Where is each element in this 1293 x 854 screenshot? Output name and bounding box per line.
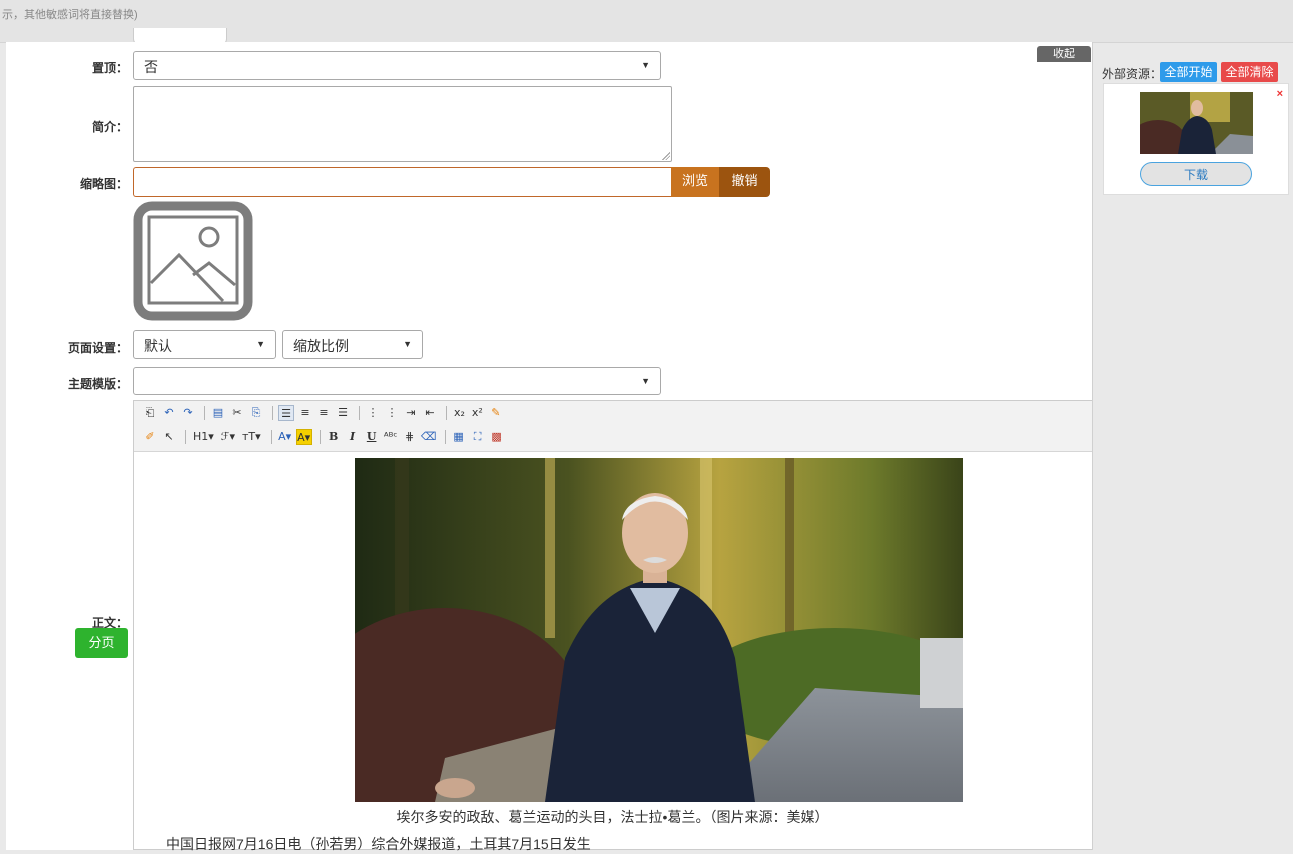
subscript-icon[interactable]: x₂ — [452, 405, 467, 421]
toolbar-separator — [319, 430, 321, 444]
thumbnail-path-input[interactable] — [133, 167, 671, 197]
toolbar-separator — [204, 406, 205, 420]
summary-textarea[interactable] — [133, 86, 672, 162]
start-all-button[interactable]: 全部开始 — [1160, 62, 1217, 82]
redo-icon[interactable]: ↷ — [180, 405, 196, 421]
layout-select-value: 默认 — [144, 338, 172, 354]
editor-toolbar: ⎗ ↶ ↷ ▤ ✂ ⎘ ☰ ≡ ≡ ☰ ⋮ ⋮ ⇥ ⇤ x₂ x² ✎ ✐ ↖ H1▾ ℱ▾ тT▾ A▾ A▾ B I Uᴬᴮᶜ… — [134, 401, 1092, 452]
sensitive-word-notice: 示，其他敏感词将直接替换) — [2, 9, 138, 21]
align-right-icon[interactable]: ≡ — [316, 405, 332, 421]
download-button[interactable]: 下载 — [1140, 162, 1252, 186]
font-family-dropdown[interactable]: ℱ▾ — [219, 429, 237, 445]
align-left-icon[interactable]: ☰ — [278, 405, 294, 421]
thumbnail-label: 缩略图： — [79, 177, 128, 191]
clear-all-button[interactable]: 全部清除 — [1221, 62, 1278, 82]
undo-icon[interactable]: ↶ — [161, 405, 177, 421]
select-icon[interactable]: ↖ — [161, 429, 177, 445]
theme-label: 主题模版： — [67, 377, 128, 391]
toolbar-row-1: ⎗ ↶ ↷ ▤ ✂ ⎘ ☰ ≡ ≡ ☰ ⋮ ⋮ ⇥ ⇤ x₂ x² ✎ — [142, 404, 507, 422]
pin-select-value: 否 — [144, 59, 158, 75]
ordered-list-icon[interactable]: ⋮ — [365, 405, 381, 421]
collapse-button[interactable]: 收起 — [1037, 46, 1091, 62]
undo-upload-button[interactable]: 撤销 — [719, 167, 770, 197]
top-strip: 示，其他敏感词将直接替换) — [0, 0, 1293, 45]
resize-grip-icon[interactable] — [662, 152, 670, 160]
align-center-icon[interactable]: ≡ — [297, 405, 313, 421]
chevron-down-icon: ▼ — [641, 60, 650, 70]
outdent-icon[interactable]: ⇤ — [422, 405, 438, 421]
resource-thumbnail — [1140, 92, 1253, 154]
eraser-icon[interactable]: ⌫ — [421, 429, 437, 445]
toolbar-separator — [270, 430, 272, 444]
pin-select[interactable]: 否 ▼ — [133, 51, 661, 80]
image-icon[interactable]: ▩ — [489, 429, 505, 445]
font-size-dropdown[interactable]: тT▾ — [240, 429, 263, 445]
photo-caption: 埃尔多安的政敌、葛兰运动的头目，法士拉•葛兰。（图片来源：美媒） — [396, 809, 829, 825]
scale-select-value: 缩放比例 — [293, 338, 349, 354]
italic-icon[interactable]: I — [345, 429, 361, 445]
chevron-down-icon: ▼ — [403, 339, 412, 349]
heading-dropdown[interactable]: H1▾ — [191, 429, 216, 445]
source-icon[interactable]: ⎗ — [142, 405, 158, 421]
clear-format-icon[interactable]: ✎ — [488, 405, 504, 421]
toolbar-row-2: ✐ ↖ H1▾ ℱ▾ тT▾ A▾ A▾ B I Uᴬᴮᶜ ⋕ ⌫ ▦ ⛶ ▩ — [142, 428, 508, 446]
highlight-color-dropdown[interactable]: A▾ — [295, 429, 312, 445]
pagination-button[interactable]: 分页 — [75, 628, 128, 658]
format-painter-icon[interactable]: ✐ — [142, 429, 158, 445]
indent-icon[interactable]: ⇥ — [403, 405, 419, 421]
toolbar-separator — [444, 430, 446, 444]
browse-button[interactable]: 浏览 — [671, 167, 719, 197]
strikethrough-icon[interactable]: ᴬᴮᶜ — [383, 429, 399, 445]
toolbar-separator — [446, 406, 447, 420]
theme-select[interactable]: ▼ — [133, 367, 661, 395]
external-resource-card: × 下载 — [1103, 83, 1289, 195]
table-icon[interactable]: ▦ — [451, 429, 467, 445]
underline-icon[interactable]: U — [364, 429, 380, 445]
font-color-dropdown[interactable]: A▾ — [277, 429, 293, 445]
horizontal-rule-icon[interactable]: ⋕ — [402, 429, 418, 445]
toolbar-separator — [272, 406, 273, 420]
scale-select[interactable]: 缩放比例 ▼ — [282, 330, 423, 359]
chevron-down-icon: ▼ — [256, 339, 265, 349]
copy-icon[interactable]: ⎘ — [248, 405, 264, 421]
chevron-down-icon: ▼ — [641, 376, 650, 386]
paste-text-icon[interactable]: ▤ — [210, 405, 226, 421]
bold-icon[interactable]: B — [326, 429, 342, 445]
thumbnail-placeholder-icon[interactable] — [133, 201, 253, 321]
superscript-icon[interactable]: x² — [470, 405, 485, 421]
align-justify-icon[interactable]: ☰ — [335, 405, 351, 421]
unordered-list-icon[interactable]: ⋮ — [384, 405, 400, 421]
pin-label: 置顶： — [91, 61, 128, 75]
page-settings-label: 页面设置： — [67, 341, 128, 355]
toolbar-separator — [359, 406, 360, 420]
rich-text-editor[interactable]: ⎗ ↶ ↷ ▤ ✂ ⎘ ☰ ≡ ≡ ☰ ⋮ ⋮ ⇥ ⇤ x₂ x² ✎ ✐ ↖ H1▾ ℱ▾ тT▾ A▾ A▾ B I Uᴬᴮᶜ… — [133, 400, 1092, 850]
toolbar-separator — [185, 430, 186, 444]
layout-select[interactable]: 默认 ▼ — [133, 330, 276, 359]
external-resources-title: 外部资源： — [1102, 67, 1163, 81]
summary-label: 简介： — [91, 120, 128, 134]
close-icon[interactable]: × — [1277, 88, 1283, 100]
fullscreen-icon[interactable]: ⛶ — [470, 429, 486, 445]
article-photo[interactable] — [355, 458, 963, 802]
article-body-text[interactable]: 中国日报网7月16日电（孙若男）综合外媒报道，土耳其7月15日发生 — [166, 834, 591, 854]
cut-icon[interactable]: ✂ — [229, 405, 245, 421]
